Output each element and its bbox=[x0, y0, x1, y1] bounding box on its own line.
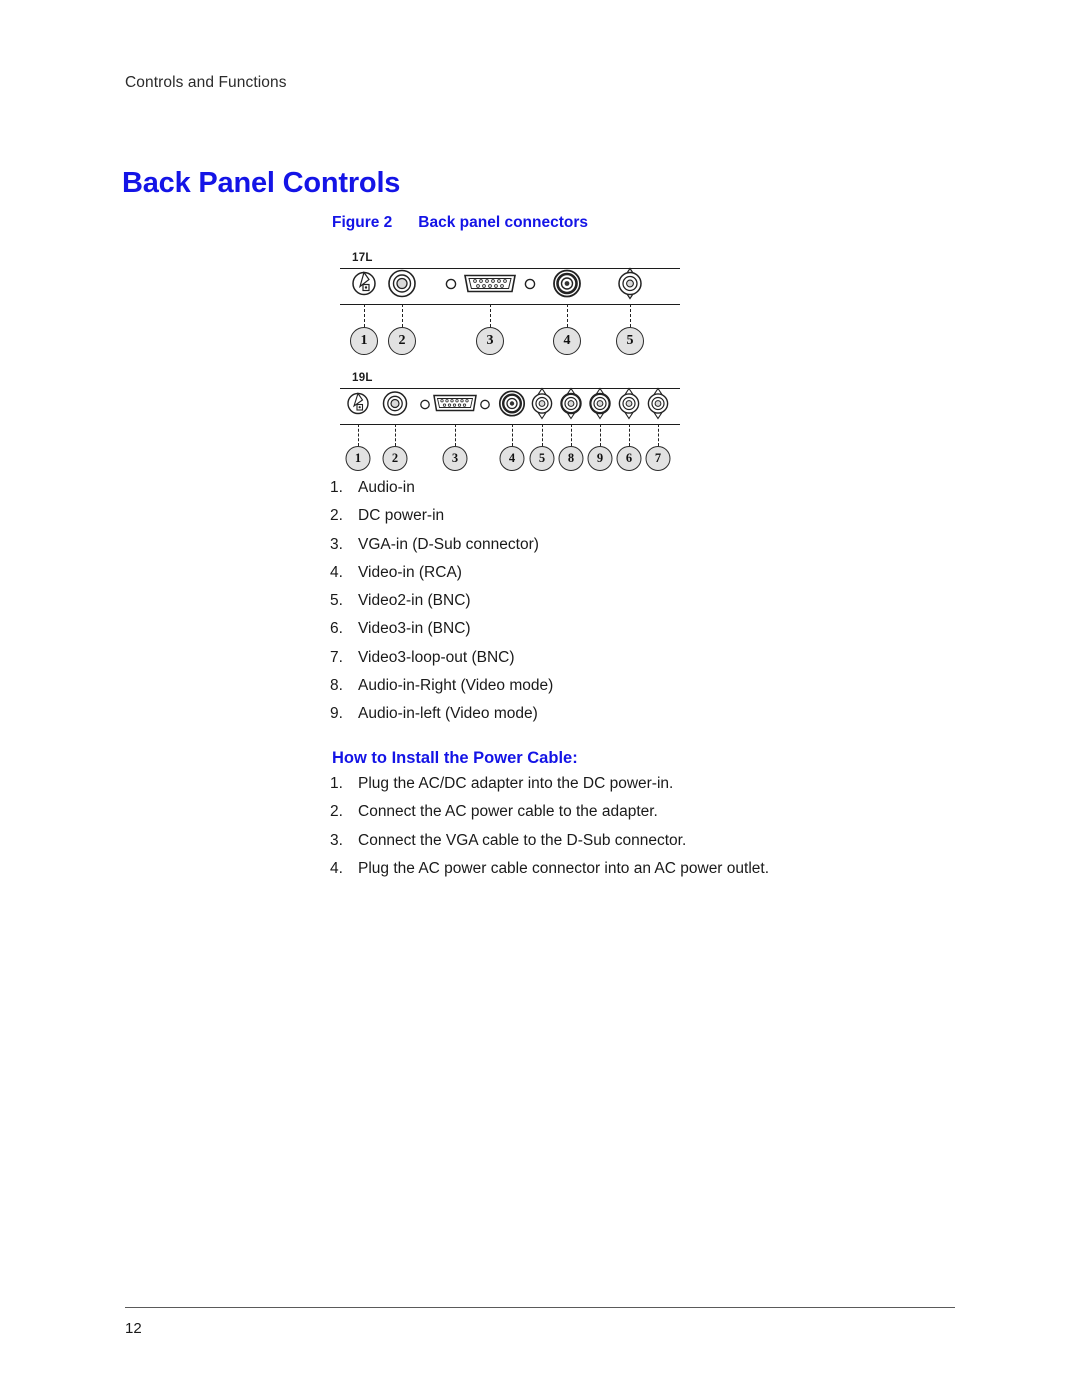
callout-marker: 4 bbox=[553, 327, 581, 355]
list-item-number: 8. bbox=[330, 677, 343, 695]
list-item-label: Video3-in (BNC) bbox=[358, 620, 471, 638]
list-item-label: Video2-in (BNC) bbox=[358, 592, 471, 610]
connector-row-17l bbox=[340, 267, 680, 306]
dsub-vga-icon bbox=[462, 270, 518, 303]
callout-marker: 3 bbox=[442, 446, 468, 471]
connector-row-19l bbox=[340, 387, 680, 425]
callout-row-17l: 1 2 3 4 5 bbox=[340, 327, 680, 357]
list-item-number: 4. bbox=[330, 859, 343, 877]
leader-line bbox=[358, 424, 359, 446]
screw-hole-icon bbox=[445, 277, 457, 295]
list-item-number: 3. bbox=[330, 831, 343, 849]
callout-marker: 3 bbox=[476, 327, 504, 355]
list-item-label: Video-in (RCA) bbox=[358, 563, 462, 581]
screw-hole-icon bbox=[420, 397, 431, 415]
panel-label-19l: 19L bbox=[352, 372, 373, 384]
dsub-vga-icon bbox=[431, 391, 479, 422]
bnc-jack-icon bbox=[588, 387, 612, 425]
list-item-number: 6. bbox=[330, 620, 343, 638]
callout-marker: 5 bbox=[529, 446, 555, 471]
figure-caption-number: Figure 2 bbox=[332, 214, 393, 231]
list-item-number: 5. bbox=[330, 592, 343, 610]
list-item-label: Audio-in bbox=[358, 479, 415, 496]
list-item-label: Audio-in-Right (Video mode) bbox=[358, 677, 554, 695]
dc-power-jack-icon bbox=[387, 269, 417, 304]
list-item-number: 3. bbox=[330, 535, 343, 553]
leader-line bbox=[402, 304, 403, 327]
list-item-number: 2. bbox=[330, 803, 343, 821]
list-item-number: 2. bbox=[330, 507, 343, 525]
callout-marker: 8 bbox=[558, 446, 584, 471]
bnc-jack-icon bbox=[617, 387, 641, 425]
rca-jack-icon bbox=[552, 269, 582, 304]
leader-line bbox=[658, 424, 659, 446]
audio-jack-icon bbox=[346, 391, 370, 422]
leader-line bbox=[512, 424, 513, 446]
page-number: 12 bbox=[125, 1320, 142, 1337]
bnc-jack-icon bbox=[646, 387, 670, 425]
callout-marker: 2 bbox=[382, 446, 408, 471]
screw-hole-icon bbox=[480, 397, 491, 415]
list-item-label: Plug the AC/DC adapter into the DC power… bbox=[358, 775, 674, 792]
list-item-number: 9. bbox=[330, 705, 343, 723]
list-item-number: 4. bbox=[330, 563, 343, 581]
bnc-jack-icon bbox=[616, 267, 644, 306]
list-item-label: VGA-in (D-Sub connector) bbox=[358, 535, 539, 553]
list-item-label: Plug the AC power cable connector into a… bbox=[358, 859, 769, 877]
bnc-jack-icon bbox=[530, 387, 554, 425]
list-item-number: 1. bbox=[330, 479, 343, 496]
leader-line bbox=[630, 304, 631, 327]
callout-row-19l: 1 2 3 4 5 8 9 6 7 bbox=[340, 446, 680, 476]
back-panel-figure: 17L 1 2 3 4 5 19L 1 2 3 4 5 8 9 6 7 bbox=[340, 252, 690, 474]
figure-caption: Figure 2 Back panel connectors bbox=[332, 214, 588, 232]
panel-label-17l: 17L bbox=[352, 252, 373, 264]
bnc-jack-icon bbox=[559, 387, 583, 425]
list-item-label: Audio-in-left (Video mode) bbox=[358, 705, 538, 723]
leader-line bbox=[629, 424, 630, 446]
callout-marker: 1 bbox=[345, 446, 371, 471]
document-page: Controls and Functions Back Panel Contro… bbox=[0, 0, 1080, 1397]
list-item-label: DC power-in bbox=[358, 507, 445, 525]
leader-line bbox=[571, 424, 572, 446]
audio-jack-icon bbox=[351, 270, 377, 303]
leader-line bbox=[455, 424, 456, 446]
callout-marker: 2 bbox=[388, 327, 416, 355]
dc-power-jack-icon bbox=[382, 391, 408, 422]
callout-marker: 6 bbox=[616, 446, 642, 471]
list-item-label: Video3-loop-out (BNC) bbox=[358, 648, 515, 666]
page-title: Back Panel Controls bbox=[122, 167, 401, 200]
section-title-install-power-cable: How to Install the Power Cable: bbox=[332, 749, 578, 767]
callout-marker: 9 bbox=[587, 446, 613, 471]
rca-jack-icon bbox=[498, 390, 526, 423]
callout-marker: 4 bbox=[499, 446, 525, 471]
list-item-number: 1. bbox=[330, 775, 343, 792]
figure-caption-text: Back panel connectors bbox=[418, 214, 588, 231]
list-item-number: 7. bbox=[330, 648, 343, 666]
leader-line bbox=[600, 424, 601, 446]
leader-line bbox=[567, 304, 568, 327]
screw-hole-icon bbox=[524, 277, 536, 295]
running-header: Controls and Functions bbox=[125, 74, 287, 91]
list-item-label: Connect the AC power cable to the adapte… bbox=[358, 803, 658, 821]
callout-marker: 7 bbox=[645, 446, 671, 471]
callout-marker: 1 bbox=[350, 327, 378, 355]
footer-divider bbox=[125, 1307, 955, 1308]
callout-marker: 5 bbox=[616, 327, 644, 355]
leader-line bbox=[364, 304, 365, 327]
leader-line bbox=[542, 424, 543, 446]
leader-line bbox=[490, 304, 491, 327]
list-item-label: Connect the VGA cable to the D-Sub conne… bbox=[358, 831, 687, 849]
leader-line bbox=[395, 424, 396, 446]
